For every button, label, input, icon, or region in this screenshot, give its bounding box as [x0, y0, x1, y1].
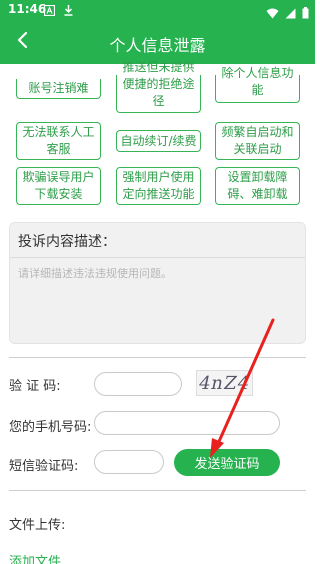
tag-label: 除个人信息功能	[221, 66, 294, 97]
status-left-icons	[43, 1, 74, 20]
tag-label: 强制用户使用定向推送功能	[122, 170, 195, 201]
title-bar: 个人信息泄露	[0, 20, 315, 64]
tag-label: 账号注销难	[28, 81, 89, 95]
captcha-text: 4nZ4	[196, 372, 253, 394]
captcha-image[interactable]: 4nZ4	[196, 370, 253, 396]
send-code-button[interactable]: 发送验证码	[174, 449, 280, 476]
tag-frequent-autostart[interactable]: 频繁自启动和关联启动	[215, 122, 300, 160]
tag-label: 自动续订/续费	[120, 133, 197, 148]
tag-misleading-download[interactable]: 欺骗误导用户下载安装	[16, 167, 101, 205]
add-file-link[interactable]: 添加文件	[9, 551, 61, 564]
tag-label: 欺骗误导用户下载安装	[22, 170, 95, 201]
tag-account-deletion[interactable]: 账号注销难	[16, 79, 101, 99]
complaint-description-box[interactable]: 投诉内容描述： 请详细描述违法违规使用问题。	[9, 222, 306, 344]
upload-label: 文件上传:	[9, 518, 66, 533]
tag-uninstall-obstacle[interactable]: 设置卸载障碍、难卸载	[215, 167, 300, 205]
complaint-placeholder: 请详细描述违法违规使用问题。	[18, 267, 172, 280]
tag-auto-renewal[interactable]: 自动续订/续费	[116, 130, 201, 152]
tag-forced-targeted-push[interactable]: 强制用户使用定向推送功能	[116, 167, 201, 205]
page-title: 个人信息泄露	[109, 36, 206, 55]
tag-label: 无法联系人工客服	[22, 125, 95, 156]
status-bar: 11:46	[0, 0, 315, 20]
status-time: 11:46	[8, 2, 47, 16]
tag-no-human-service[interactable]: 无法联系人工客服	[16, 122, 101, 160]
captcha-label: 验 证 码:	[9, 379, 61, 394]
phone-label: 您的手机号码:	[9, 420, 92, 435]
tag-label: 频繁自启动和关联启动	[221, 125, 294, 156]
notification-a-icon	[43, 1, 56, 20]
tag-label: 推送但未提供便捷的拒绝途径	[122, 60, 195, 108]
captcha-input[interactable]	[94, 372, 182, 396]
tag-push-no-refusal[interactable]: 推送但未提供便捷的拒绝途径	[116, 60, 201, 113]
divider	[10, 257, 305, 258]
sms-code-label: 短信验证码:	[9, 459, 79, 474]
tag-delete-personal-info[interactable]: 除个人信息功能	[215, 66, 300, 103]
divider	[9, 357, 306, 358]
phone-input[interactable]	[94, 411, 280, 435]
complaint-title: 投诉内容描述：	[18, 234, 116, 250]
send-code-label: 发送验证码	[194, 457, 260, 472]
tag-label: 设置卸载障碍、难卸载	[227, 170, 288, 201]
sms-code-input[interactable]	[94, 450, 164, 474]
divider	[9, 490, 306, 491]
download-icon	[63, 1, 74, 20]
